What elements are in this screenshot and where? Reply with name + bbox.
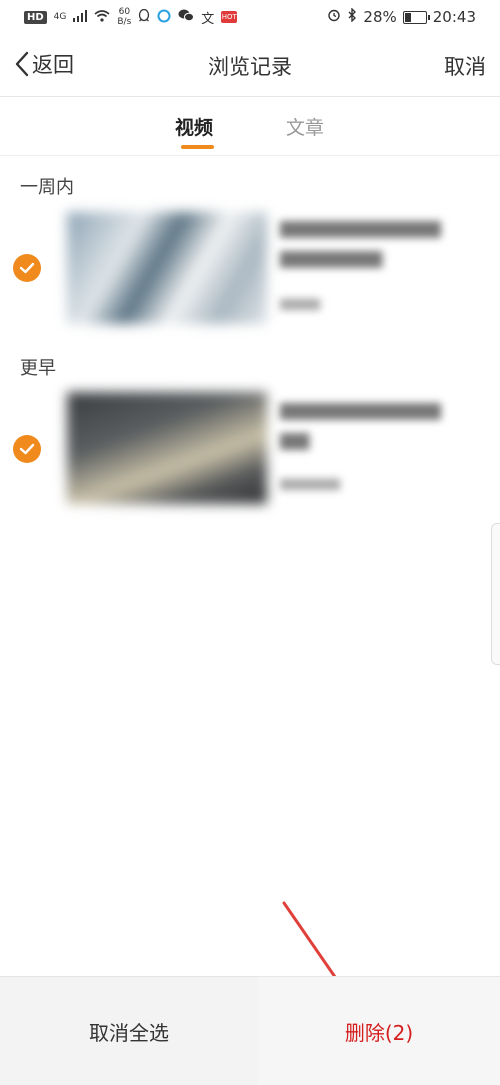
annotation-arrow (282, 901, 352, 1002)
delete-button[interactable]: 删除(2) (258, 977, 500, 1085)
bottom-action-bar: 取消全选 删除(2) (0, 976, 500, 1085)
deselect-all-button[interactable]: 取消全选 (0, 977, 258, 1085)
